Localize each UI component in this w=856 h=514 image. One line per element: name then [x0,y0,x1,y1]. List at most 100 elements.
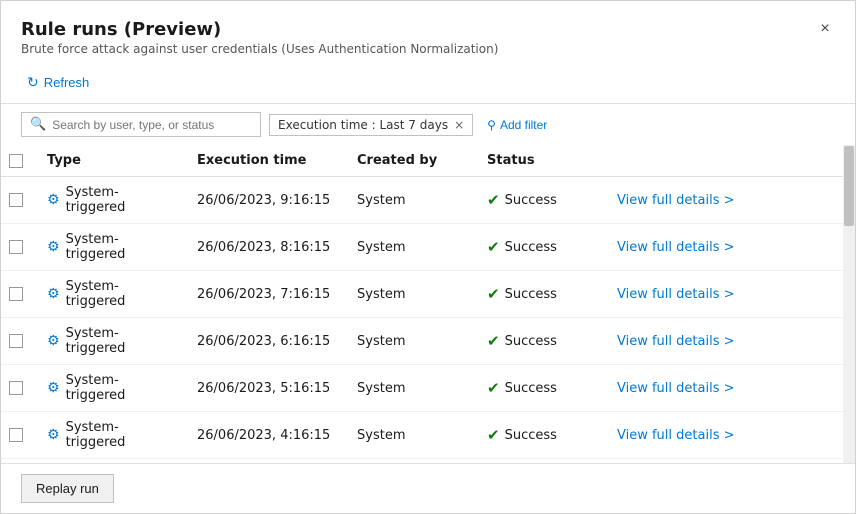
view-full-details-link[interactable]: View full details > [617,240,735,255]
table-row: ⚙ System-triggered 26/06/2023, 4:16:15 S… [1,412,855,459]
row-status: Success [505,428,557,443]
gear-icon: ⚙ [47,286,60,302]
success-icon: ✔ [487,238,500,256]
view-full-details-link[interactable]: View full details > [617,287,735,302]
row-checkbox[interactable] [9,240,23,254]
view-full-details-link[interactable]: View full details > [617,193,735,208]
row-status-cell: ✔ Success [477,459,607,464]
success-icon: ✔ [487,426,500,444]
col-header-status: Status [477,145,607,177]
row-created-by: System [347,224,477,271]
chip-close-button[interactable]: × [454,118,464,132]
row-checkbox-cell [1,224,37,271]
scrollbar-thumb[interactable] [844,146,854,226]
row-action-cell: View full details > [607,318,855,365]
row-type: System-triggered [66,420,177,450]
success-icon: ✔ [487,285,500,303]
row-checkbox[interactable] [9,334,23,348]
row-checkbox-cell [1,365,37,412]
refresh-label: Refresh [44,75,90,90]
refresh-button[interactable]: ↻ Refresh [21,70,95,95]
row-type: System-triggered [66,279,177,309]
rule-runs-dialog: Rule runs (Preview) Brute force attack a… [0,0,856,514]
table-scroll[interactable]: Type Execution time Created by Status ⚙ [1,145,855,463]
row-type: System-triggered [66,326,177,356]
row-status: Success [505,240,557,255]
scrollbar-track[interactable] [843,145,855,463]
col-header-execution-time: Execution time [187,145,347,177]
view-full-details-link[interactable]: View full details > [617,381,735,396]
row-type: System-triggered [66,373,177,403]
row-created-by: System [347,271,477,318]
row-execution-time: 26/06/2023, 5:16:15 [187,365,347,412]
runs-table: Type Execution time Created by Status ⚙ [1,145,855,463]
row-status-cell: ✔ Success [477,224,607,271]
row-type-cell: ⚙ System-triggered [37,459,187,464]
row-status: Success [505,287,557,302]
row-execution-time: 26/06/2023, 6:16:15 [187,318,347,365]
row-checkbox-cell [1,177,37,224]
table-row: ⚙ System-triggered 26/06/2023, 5:16:15 S… [1,365,855,412]
table-header-row: Type Execution time Created by Status [1,145,855,177]
row-type-cell: ⚙ System-triggered [37,177,187,224]
add-filter-button[interactable]: ⚲ Add filter [481,115,553,135]
row-created-by: System [347,365,477,412]
view-full-details-link[interactable]: View full details > [617,334,735,349]
refresh-icon: ↻ [27,74,39,91]
col-header-checkbox [1,145,37,177]
row-checkbox-cell [1,412,37,459]
row-execution-time: 26/06/2023, 4:16:15 [187,412,347,459]
row-type-cell: ⚙ System-triggered [37,412,187,459]
row-type: System-triggered [66,232,177,262]
row-type-cell: ⚙ System-triggered [37,271,187,318]
success-icon: ✔ [487,332,500,350]
row-action-cell: View full details > [607,224,855,271]
gear-icon: ⚙ [47,333,60,349]
row-status: Success [505,334,557,349]
row-checkbox[interactable] [9,193,23,207]
row-status-cell: ✔ Success [477,271,607,318]
gear-icon: ⚙ [47,380,60,396]
search-box[interactable]: 🔍 [21,112,261,137]
gear-icon: ⚙ [47,427,60,443]
row-checkbox-cell [1,271,37,318]
row-created-by: System [347,412,477,459]
row-status-cell: ✔ Success [477,318,607,365]
row-execution-time: 26/06/2023, 7:16:15 [187,271,347,318]
row-status: Success [505,193,557,208]
row-created-by: System [347,177,477,224]
success-icon: ✔ [487,191,500,209]
dialog-header: Rule runs (Preview) Brute force attack a… [1,1,855,62]
row-action-cell: View full details > [607,459,855,464]
dialog-subtitle: Brute force attack against user credenti… [21,42,835,56]
row-status-cell: ✔ Success [477,412,607,459]
row-action-cell: View full details > [607,271,855,318]
search-input[interactable] [52,118,252,132]
chip-label: Execution time : Last 7 days [278,118,448,132]
row-status-cell: ✔ Success [477,177,607,224]
row-type-cell: ⚙ System-triggered [37,318,187,365]
row-action-cell: View full details > [607,177,855,224]
replay-run-button[interactable]: Replay run [21,474,114,503]
execution-time-chip: Execution time : Last 7 days × [269,114,473,136]
row-type-cell: ⚙ System-triggered [37,365,187,412]
table-row: ⚙ System-triggered 26/06/2023, 6:16:15 S… [1,318,855,365]
row-type: System-triggered [66,185,177,215]
view-full-details-link[interactable]: View full details > [617,428,735,443]
row-checkbox-cell [1,459,37,464]
table-row: ⚙ System-triggered 26/06/2023, 7:16:15 S… [1,271,855,318]
row-checkbox[interactable] [9,428,23,442]
search-icon: 🔍 [30,117,46,132]
row-checkbox[interactable] [9,287,23,301]
close-button[interactable]: × [811,15,839,43]
header-checkbox[interactable] [9,154,23,168]
row-checkbox-cell [1,318,37,365]
row-status: Success [505,381,557,396]
table-row: ⚙ System-triggered 26/06/2023, 9:16:15 S… [1,177,855,224]
row-created-by: System [347,459,477,464]
row-checkbox[interactable] [9,381,23,395]
table-body: ⚙ System-triggered 26/06/2023, 9:16:15 S… [1,177,855,464]
dialog-title: Rule runs (Preview) [21,19,835,40]
footer: Replay run [1,463,855,513]
row-execution-time: 26/06/2023, 3:16:15 [187,459,347,464]
